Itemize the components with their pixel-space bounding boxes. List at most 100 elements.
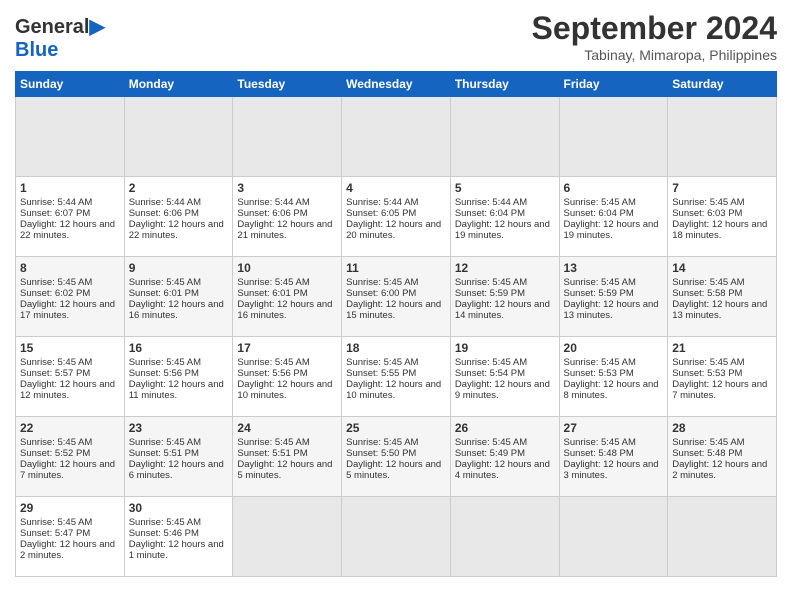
calendar-cell: 7Sunrise: 5:45 AMSunset: 6:03 PMDaylight… <box>668 177 777 257</box>
calendar-cell: 4Sunrise: 5:44 AMSunset: 6:05 PMDaylight… <box>342 177 451 257</box>
calendar-week-0 <box>16 97 777 177</box>
sunrise-text: Sunrise: 5:45 AM <box>564 277 664 288</box>
day-number: 1 <box>20 181 120 195</box>
sunset-text: Sunset: 6:03 PM <box>672 208 772 219</box>
sunset-text: Sunset: 5:48 PM <box>564 448 664 459</box>
daylight-text: Daylight: 12 hours and 10 minutes. <box>346 379 446 401</box>
daylight-text: Daylight: 12 hours and 5 minutes. <box>237 459 337 481</box>
day-number: 26 <box>455 421 555 435</box>
daylight-text: Daylight: 12 hours and 17 minutes. <box>20 299 120 321</box>
title-area: September 2024 Tabinay, Mimaropa, Philip… <box>532 10 777 63</box>
sunrise-text: Sunrise: 5:45 AM <box>20 357 120 368</box>
calendar-cell: 30Sunrise: 5:45 AMSunset: 5:46 PMDayligh… <box>124 497 233 577</box>
day-number: 8 <box>20 261 120 275</box>
sunrise-text: Sunrise: 5:45 AM <box>346 357 446 368</box>
sunset-text: Sunset: 5:51 PM <box>129 448 229 459</box>
calendar-cell: 12Sunrise: 5:45 AMSunset: 5:59 PMDayligh… <box>450 257 559 337</box>
day-number: 9 <box>129 261 229 275</box>
calendar-cell <box>124 97 233 177</box>
day-number: 21 <box>672 341 772 355</box>
sunset-text: Sunset: 5:52 PM <box>20 448 120 459</box>
sunrise-text: Sunrise: 5:44 AM <box>20 197 120 208</box>
col-tuesday: Tuesday <box>233 72 342 97</box>
day-number: 28 <box>672 421 772 435</box>
calendar-cell <box>559 97 668 177</box>
sunset-text: Sunset: 5:51 PM <box>237 448 337 459</box>
calendar-cell <box>450 97 559 177</box>
calendar-cell: 27Sunrise: 5:45 AMSunset: 5:48 PMDayligh… <box>559 417 668 497</box>
sunset-text: Sunset: 5:50 PM <box>346 448 446 459</box>
sunrise-text: Sunrise: 5:45 AM <box>20 277 120 288</box>
sunset-text: Sunset: 5:56 PM <box>237 368 337 379</box>
sunrise-text: Sunrise: 5:45 AM <box>129 357 229 368</box>
sunrise-text: Sunrise: 5:44 AM <box>346 197 446 208</box>
day-number: 29 <box>20 501 120 515</box>
sunrise-text: Sunrise: 5:45 AM <box>672 277 772 288</box>
calendar-cell: 1Sunrise: 5:44 AMSunset: 6:07 PMDaylight… <box>16 177 125 257</box>
day-number: 25 <box>346 421 446 435</box>
sunset-text: Sunset: 5:57 PM <box>20 368 120 379</box>
sunrise-text: Sunrise: 5:45 AM <box>455 277 555 288</box>
daylight-text: Daylight: 12 hours and 2 minutes. <box>20 539 120 561</box>
calendar-cell: 10Sunrise: 5:45 AMSunset: 6:01 PMDayligh… <box>233 257 342 337</box>
calendar-cell: 17Sunrise: 5:45 AMSunset: 5:56 PMDayligh… <box>233 337 342 417</box>
calendar-cell: 19Sunrise: 5:45 AMSunset: 5:54 PMDayligh… <box>450 337 559 417</box>
daylight-text: Daylight: 12 hours and 16 minutes. <box>237 299 337 321</box>
sunrise-text: Sunrise: 5:45 AM <box>564 357 664 368</box>
sunset-text: Sunset: 6:04 PM <box>455 208 555 219</box>
day-number: 12 <box>455 261 555 275</box>
day-number: 6 <box>564 181 664 195</box>
calendar-cell: 23Sunrise: 5:45 AMSunset: 5:51 PMDayligh… <box>124 417 233 497</box>
header-row: Sunday Monday Tuesday Wednesday Thursday… <box>16 72 777 97</box>
sunrise-text: Sunrise: 5:44 AM <box>237 197 337 208</box>
col-monday: Monday <box>124 72 233 97</box>
sunrise-text: Sunrise: 5:45 AM <box>129 517 229 528</box>
day-number: 5 <box>455 181 555 195</box>
calendar-cell: 22Sunrise: 5:45 AMSunset: 5:52 PMDayligh… <box>16 417 125 497</box>
sunset-text: Sunset: 6:06 PM <box>129 208 229 219</box>
logo-line2: Blue <box>15 39 58 61</box>
sunset-text: Sunset: 5:53 PM <box>672 368 772 379</box>
sunset-text: Sunset: 6:02 PM <box>20 288 120 299</box>
col-wednesday: Wednesday <box>342 72 451 97</box>
calendar-week-4: 22Sunrise: 5:45 AMSunset: 5:52 PMDayligh… <box>16 417 777 497</box>
col-sunday: Sunday <box>16 72 125 97</box>
daylight-text: Daylight: 12 hours and 7 minutes. <box>20 459 120 481</box>
day-number: 3 <box>237 181 337 195</box>
calendar-cell: 26Sunrise: 5:45 AMSunset: 5:49 PMDayligh… <box>450 417 559 497</box>
calendar-cell: 11Sunrise: 5:45 AMSunset: 6:00 PMDayligh… <box>342 257 451 337</box>
sunset-text: Sunset: 5:55 PM <box>346 368 446 379</box>
daylight-text: Daylight: 12 hours and 18 minutes. <box>672 219 772 241</box>
calendar-cell: 5Sunrise: 5:44 AMSunset: 6:04 PMDaylight… <box>450 177 559 257</box>
daylight-text: Daylight: 12 hours and 11 minutes. <box>129 379 229 401</box>
sunset-text: Sunset: 5:54 PM <box>455 368 555 379</box>
daylight-text: Daylight: 12 hours and 1 minute. <box>129 539 229 561</box>
sunrise-text: Sunrise: 5:45 AM <box>20 517 120 528</box>
calendar-cell <box>233 97 342 177</box>
calendar-cell: 3Sunrise: 5:44 AMSunset: 6:06 PMDaylight… <box>233 177 342 257</box>
daylight-text: Daylight: 12 hours and 13 minutes. <box>564 299 664 321</box>
sunrise-text: Sunrise: 5:45 AM <box>672 437 772 448</box>
daylight-text: Daylight: 12 hours and 19 minutes. <box>455 219 555 241</box>
sunrise-text: Sunrise: 5:45 AM <box>346 437 446 448</box>
logo: General▶ Blue <box>15 14 105 62</box>
header: General▶ Blue September 2024 Tabinay, Mi… <box>15 10 777 63</box>
sunset-text: Sunset: 6:07 PM <box>20 208 120 219</box>
sunset-text: Sunset: 6:00 PM <box>346 288 446 299</box>
day-number: 10 <box>237 261 337 275</box>
day-number: 15 <box>20 341 120 355</box>
calendar-cell: 16Sunrise: 5:45 AMSunset: 5:56 PMDayligh… <box>124 337 233 417</box>
sunrise-text: Sunrise: 5:45 AM <box>237 357 337 368</box>
day-number: 7 <box>672 181 772 195</box>
daylight-text: Daylight: 12 hours and 2 minutes. <box>672 459 772 481</box>
sunset-text: Sunset: 5:46 PM <box>129 528 229 539</box>
daylight-text: Daylight: 12 hours and 19 minutes. <box>564 219 664 241</box>
sunrise-text: Sunrise: 5:45 AM <box>237 437 337 448</box>
daylight-text: Daylight: 12 hours and 5 minutes. <box>346 459 446 481</box>
sunset-text: Sunset: 6:06 PM <box>237 208 337 219</box>
calendar-cell: 8 Sunrise: 5:45 AMSunset: 6:02 PMDaylight… <box>16 257 125 337</box>
calendar-table: Sunday Monday Tuesday Wednesday Thursday… <box>15 71 777 577</box>
logo-text: General▶ Blue <box>15 14 105 62</box>
day-number: 22 <box>20 421 120 435</box>
day-number: 20 <box>564 341 664 355</box>
